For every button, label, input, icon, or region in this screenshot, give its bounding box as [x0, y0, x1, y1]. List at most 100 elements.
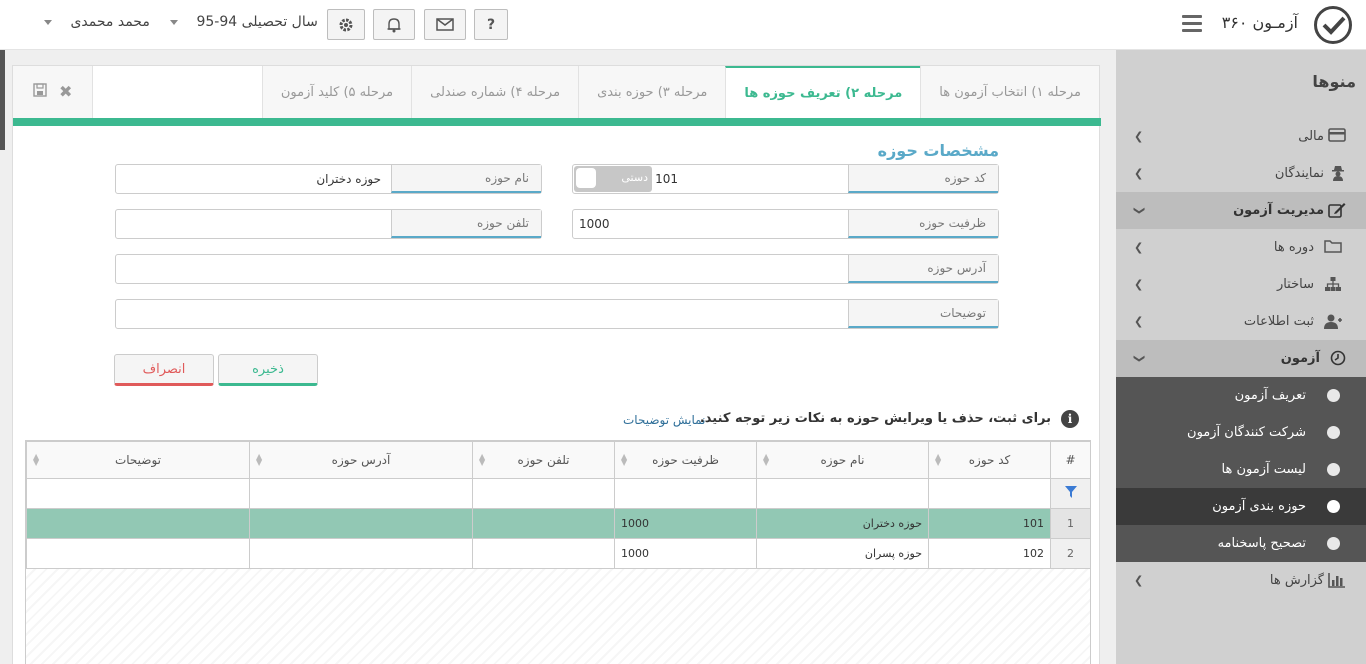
table-row[interactable]: 1 101 حوزه دختران 1000	[26, 508, 1091, 539]
sort-icon: ▲ ▼	[256, 452, 263, 467]
cell-code: 102	[928, 538, 1051, 569]
sort-icon: ▲ ▼	[763, 452, 770, 467]
name-label: نام حوزه	[391, 165, 541, 193]
show-description-link[interactable]: نمایش توضیحات	[623, 413, 705, 427]
sidebar-item-agents[interactable]: نمایندگان ❯	[1116, 155, 1366, 192]
cell-code: 101	[928, 508, 1051, 539]
bullet-icon	[1327, 537, 1340, 550]
top-bar: آزمـون ۳۶۰ ? سال تحصیلی 94-95 محمد محمدی	[0, 0, 1366, 50]
sidebar-item-reports[interactable]: گزارش ها ❯	[1116, 562, 1366, 599]
menu-toggle-icon[interactable]	[1182, 15, 1202, 33]
address-field[interactable]: آدرس حوزه	[115, 254, 999, 284]
column-header-name[interactable]: نام حوزه ▲ ▼	[756, 441, 929, 479]
notice-text: برای ثبت، حذف یا ویرایش حوزه به نکات زیر…	[699, 411, 1051, 426]
tab-step-2[interactable]: مرحله ۲) تعریف حوزه ها	[725, 66, 921, 118]
user-menu[interactable]: محمد محمدی	[44, 14, 150, 30]
table-row[interactable]: 2 102 حوزه پسران 1000	[26, 538, 1091, 569]
zones-grid: # کد حوزه ▲ ▼ نام حوزه ▲ ▼ ظرفیت حوزه ▲ ▼ تلفن…	[25, 440, 1091, 664]
edit-icon	[1328, 202, 1346, 218]
sidebar-item-periods[interactable]: دوره ها ❯	[1116, 229, 1366, 266]
section-title: مشخصات حوزه	[877, 141, 999, 160]
messages-button[interactable]	[424, 9, 466, 40]
sidebar-item-exam-zoning[interactable]: حوزه بندی آزمون	[1116, 488, 1366, 525]
user-name: محمد محمدی	[70, 14, 150, 30]
phone-field[interactable]: تلفن حوزه	[115, 209, 542, 239]
logo-check-icon	[1314, 6, 1352, 44]
capacity-field[interactable]: ظرفیت حوزه 1000	[572, 209, 999, 239]
credit-card-icon	[1328, 128, 1346, 144]
column-header-address[interactable]: آدرس حوزه ▲ ▼	[249, 441, 473, 479]
filter-capacity-input[interactable]	[614, 478, 757, 509]
column-header-description[interactable]: توضیحات ▲ ▼	[26, 441, 250, 479]
column-header-index: #	[1050, 441, 1091, 479]
cell-capacity: 1000	[614, 508, 757, 539]
academic-year-value: سال تحصیلی 94-95	[196, 14, 318, 30]
chevron-down-icon: ❯	[1132, 205, 1146, 216]
filter-phone-input[interactable]	[472, 478, 615, 509]
filter-name-input[interactable]	[756, 478, 929, 509]
chevron-down-icon	[44, 19, 52, 25]
sidebar-item-define-exam[interactable]: تعریف آزمون	[1116, 377, 1366, 414]
column-header-code[interactable]: کد حوزه ▲ ▼	[928, 441, 1051, 479]
sidebar-item-data-entry[interactable]: ثبت اطلاعات ❯	[1116, 303, 1366, 340]
description-field[interactable]: توضیحات	[115, 299, 999, 329]
main-card: ✖ مرحله ۱) انتخاب آزمون ها مرحله ۲) تعری…	[12, 65, 1101, 664]
sidebar-item-exam[interactable]: آزمون ❯	[1116, 340, 1366, 377]
settings-button[interactable]	[327, 9, 365, 40]
sidebar-item-exam-management[interactable]: مدیریت آزمون ❯	[1116, 192, 1366, 229]
tab-step-1[interactable]: مرحله ۱) انتخاب آزمون ها	[920, 66, 1099, 118]
sidebar-item-participants[interactable]: شرکت کنندگان آزمون	[1116, 414, 1366, 451]
chevron-left-icon: ❯	[1134, 130, 1144, 143]
tab-step-3[interactable]: مرحله ۳) حوزه بندی	[578, 66, 726, 118]
bullet-icon	[1327, 389, 1340, 402]
filter-description-input[interactable]	[26, 478, 250, 509]
gear-icon	[339, 18, 353, 31]
bar-chart-icon	[1328, 572, 1346, 588]
cancel-button[interactable]: انصراف	[114, 354, 214, 386]
sidebar-item-structure[interactable]: ساختار ❯	[1116, 266, 1366, 303]
sort-icon: ▲ ▼	[479, 452, 486, 467]
tab-step-5[interactable]: مرحله ۵) کلید آزمون	[261, 66, 412, 118]
tab-step-4[interactable]: مرحله ۴) شماره صندلی	[411, 66, 579, 118]
chevron-left-icon: ❯	[1134, 167, 1144, 180]
name-field[interactable]: نام حوزه حوزه دختران	[115, 164, 542, 194]
row-index: 1	[1050, 508, 1091, 539]
manual-toggle-label: دستی	[621, 171, 648, 184]
close-icon[interactable]: ✖	[59, 82, 72, 101]
save-button[interactable]: ذخیره	[218, 354, 318, 386]
help-button[interactable]: ?	[474, 9, 508, 40]
cell-phone	[472, 508, 615, 539]
card-actions: ✖	[13, 66, 93, 118]
sidebar-item-finance[interactable]: مالی ❯	[1116, 118, 1366, 155]
code-label: کد حوزه	[848, 165, 998, 193]
sort-icon: ▲ ▼	[935, 452, 942, 467]
filter-code-input[interactable]	[928, 478, 1051, 509]
code-field[interactable]: کد حوزه 101 دستی	[572, 164, 999, 194]
envelope-icon	[436, 18, 454, 31]
filter-address-input[interactable]	[249, 478, 473, 509]
sitemap-icon	[1324, 276, 1342, 292]
sidebar-item-answer-sheet-correction[interactable]: تصحیح پاسخنامه	[1116, 525, 1366, 562]
chevron-left-icon: ❯	[1134, 315, 1144, 328]
manual-toggle[interactable]: دستی	[574, 166, 652, 192]
sidebar: منوها مالی ❯ نمایندگان ❯ مدیریت آزمون ❯ …	[1116, 50, 1366, 664]
description-label: توضیحات	[848, 300, 998, 328]
chevron-left-icon: ❯	[1134, 278, 1144, 291]
academic-year-select[interactable]: سال تحصیلی 94-95	[170, 14, 318, 30]
sort-icon: ▲ ▼	[33, 452, 40, 467]
sidebar-item-exam-list[interactable]: لیست آزمون ها	[1116, 451, 1366, 488]
save-disk-icon[interactable]	[33, 82, 47, 101]
bullet-icon	[1327, 463, 1340, 476]
filter-icon[interactable]	[1050, 478, 1091, 509]
row-index: 2	[1050, 538, 1091, 569]
code-value: 101	[655, 172, 678, 186]
grid-header-row: # کد حوزه ▲ ▼ نام حوزه ▲ ▼ ظرفیت حوزه ▲ ▼ تلفن…	[26, 441, 1091, 479]
column-header-phone[interactable]: تلفن حوزه ▲ ▼	[472, 441, 615, 479]
cell-name: حوزه پسران	[756, 538, 929, 569]
column-header-capacity[interactable]: ظرفیت حوزه ▲ ▼	[614, 441, 757, 479]
capacity-label: ظرفیت حوزه	[848, 210, 998, 238]
user-plus-icon	[1324, 313, 1342, 329]
cell-address	[249, 508, 473, 539]
chevron-left-icon: ❯	[1134, 574, 1144, 587]
notifications-button[interactable]	[373, 9, 415, 40]
